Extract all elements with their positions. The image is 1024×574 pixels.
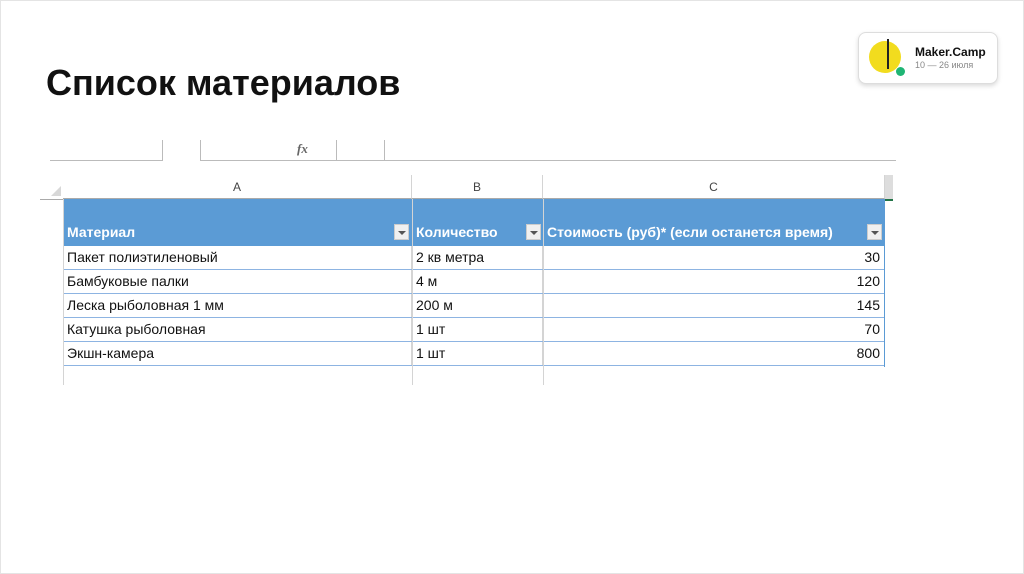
- status-dot-icon: [896, 67, 905, 76]
- scrollbar-edge[interactable]: [885, 175, 893, 201]
- grid-line: [412, 199, 413, 385]
- table-row: Бамбуковые палки 4 м 120: [63, 270, 885, 294]
- cell-material[interactable]: Бамбуковые палки: [63, 270, 412, 293]
- cell-cost[interactable]: 800: [543, 342, 885, 365]
- header-quantity: Количество: [416, 224, 498, 240]
- cell-quantity[interactable]: 1 шт: [412, 342, 543, 365]
- grid-line: [543, 199, 544, 385]
- header-cost: Стоимость (руб)* (если останется время): [547, 224, 833, 240]
- formula-input[interactable]: [336, 140, 896, 161]
- cell-material[interactable]: Катушка рыболовная: [63, 318, 412, 341]
- fx-icon[interactable]: fx: [297, 141, 308, 157]
- cell-material[interactable]: Пакет полиэтиленовый: [63, 246, 412, 269]
- table-row: Леска рыболовная 1 мм 200 м 145: [63, 294, 885, 318]
- maker-camp-logo: Maker.Camp 10 — 26 июля: [858, 32, 998, 84]
- cell-material[interactable]: Леска рыболовная 1 мм: [63, 294, 412, 317]
- cell-cost[interactable]: 70: [543, 318, 885, 341]
- cell-cost[interactable]: 30: [543, 246, 885, 269]
- filter-dropdown-icon[interactable]: [526, 224, 541, 240]
- column-header-c[interactable]: C: [543, 175, 885, 199]
- cell-material[interactable]: Экшн-камера: [63, 342, 412, 365]
- table-row: Пакет полиэтиленовый 2 кв метра 30: [63, 246, 885, 270]
- filter-dropdown-icon[interactable]: [867, 224, 882, 240]
- cell-cost[interactable]: 145: [543, 294, 885, 317]
- table-row: Катушка рыболовная 1 шт 70: [63, 318, 885, 342]
- cell-quantity[interactable]: 2 кв метра: [412, 246, 543, 269]
- grid-line: [63, 199, 64, 385]
- formula-bar: fx: [50, 140, 896, 162]
- column-header-a[interactable]: A: [63, 175, 412, 199]
- cell-quantity[interactable]: 200 м: [412, 294, 543, 317]
- column-header-b[interactable]: B: [412, 175, 543, 199]
- table-row: Экшн-камера 1 шт 800: [63, 342, 885, 366]
- logo-name: Maker.Camp: [915, 45, 986, 59]
- table-right-border: [884, 199, 885, 367]
- name-box[interactable]: [50, 140, 163, 161]
- logo-dates: 10 — 26 июля: [915, 60, 974, 70]
- cell-quantity[interactable]: 1 шт: [412, 318, 543, 341]
- filter-dropdown-icon[interactable]: [394, 224, 409, 240]
- page-title: Список материалов: [46, 62, 401, 103]
- logo-pole-icon: [887, 39, 889, 69]
- header-material: Материал: [67, 224, 136, 240]
- cell-cost[interactable]: 120: [543, 270, 885, 293]
- select-all-corner[interactable]: [40, 175, 63, 200]
- cell-quantity[interactable]: 4 м: [412, 270, 543, 293]
